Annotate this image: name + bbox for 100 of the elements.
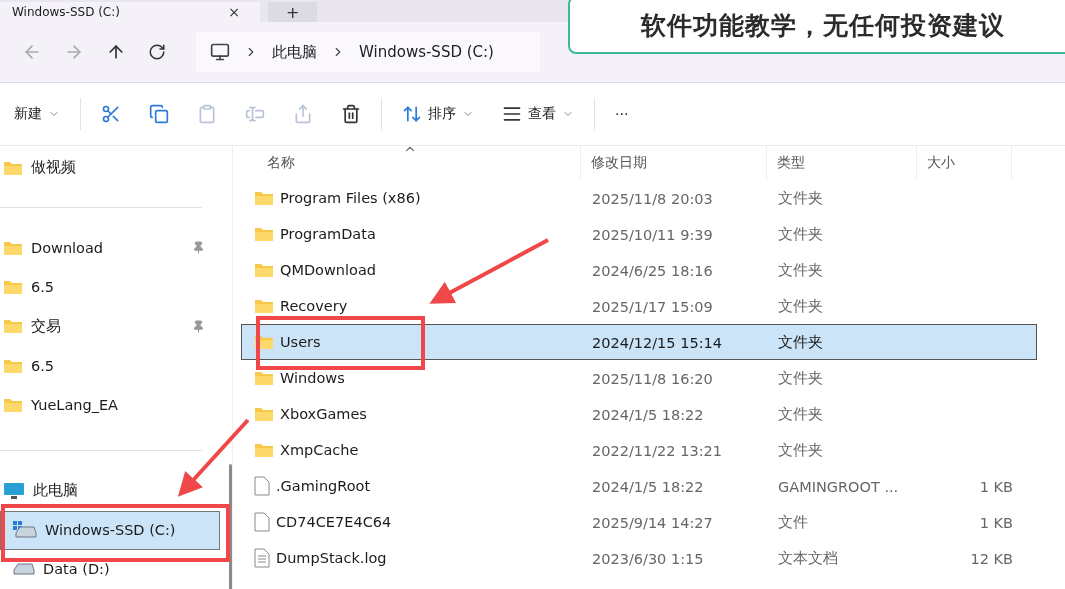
sidebar-item[interactable]: YueLang_EA: [0, 385, 220, 425]
folder-icon: [3, 357, 23, 374]
file-row[interactable]: Windows 2025/11/8 16:20 文件夹: [241, 360, 1037, 396]
tab[interactable]: Windows-SSD (C:) ×: [0, 2, 260, 22]
view-icon: [502, 104, 522, 124]
file-icon: [254, 476, 270, 496]
date-cell: 2025/11/8 20:03: [592, 190, 713, 207]
file-name: CD74CE7E4C64: [276, 514, 392, 530]
sort-button[interactable]: 排序: [388, 96, 488, 132]
refresh-button[interactable]: [148, 43, 166, 61]
scrollbar[interactable]: [229, 464, 232, 589]
file-row[interactable]: QMDownload 2024/6/25 18:16 文件夹: [241, 252, 1037, 288]
type-cell: 文件: [778, 514, 808, 530]
scissors-icon: [101, 104, 121, 124]
size-cell: 1 KB: [979, 478, 1013, 495]
sidebar-item[interactable]: Data (D:): [0, 549, 220, 589]
column-header[interactable]: 大小: [917, 146, 1012, 180]
breadcrumb-item[interactable]: Windows-SSD (C:): [359, 43, 494, 61]
type-cell: 文本文档: [778, 550, 838, 566]
sidebar-item[interactable]: 6.5: [0, 267, 220, 307]
sidebar-item[interactable]: 6.5: [0, 345, 220, 386]
date-cell: 2025/10/11 9:39: [592, 226, 713, 243]
file-name: .GamingRoot: [276, 478, 371, 494]
system-drive-icon: [13, 521, 37, 540]
file-row[interactable]: CD74CE7E4C64 2025/9/14 14:27 文件 1 KB: [241, 504, 1037, 540]
tab-title: Windows-SSD (C:): [12, 5, 120, 19]
address-bar[interactable]: 此电脑 Windows-SSD (C:): [196, 32, 540, 72]
file-name: DumpStack.log: [276, 550, 387, 566]
share-icon: [293, 104, 313, 124]
file-row[interactable]: .GamingRoot 2024/1/5 18:22 GAMINGROOT ... 1 KB: [241, 468, 1037, 504]
sidebar-item[interactable]: 此电脑: [0, 471, 220, 511]
sidebar-item[interactable]: 交易: [0, 306, 220, 346]
file-row[interactable]: Recovery 2025/1/17 15:09 文件夹: [241, 288, 1037, 324]
date-cell: 2024/1/5 18:22: [592, 406, 704, 423]
folder-icon: [3, 239, 23, 256]
date-cell: 2024/1/5 18:22: [592, 478, 704, 495]
size-cell: 12 KB: [970, 550, 1013, 567]
folder-icon: [254, 190, 274, 206]
delete-icon: [341, 104, 361, 124]
file-row[interactable]: XboxGames 2024/1/5 18:22 文件夹: [241, 396, 1037, 432]
file-row[interactable]: ProgramData 2025/10/11 9:39 文件夹: [241, 216, 1037, 252]
date-cell: 2025/11/8 16:20: [592, 370, 713, 387]
caption-banner: 软件功能教学，无任何投资建议: [568, 0, 1065, 54]
column-header[interactable]: 修改日期: [581, 146, 767, 180]
type-cell: 文件夹: [778, 370, 823, 386]
folder-icon: [3, 279, 23, 296]
file-name: Recovery: [280, 298, 348, 314]
folder-icon: [254, 406, 274, 422]
size-cell: 1 KB: [979, 514, 1013, 531]
file-name: Users: [280, 334, 321, 350]
folder-icon: [254, 370, 274, 386]
file-name: XmpCache: [280, 442, 359, 458]
drive-icon: [13, 563, 35, 576]
sidebar-item[interactable]: Download: [0, 228, 220, 268]
column-header[interactable]: 名称: [241, 146, 581, 180]
paste-icon: [197, 104, 217, 124]
file-name: XboxGames: [280, 406, 367, 422]
type-cell: 文件夹: [778, 226, 823, 242]
copy-icon: [149, 104, 169, 124]
folder-icon: [3, 159, 23, 176]
file-name: QMDownload: [280, 262, 376, 278]
type-cell: 文件夹: [778, 298, 823, 314]
folder-icon: [254, 226, 274, 242]
type-cell: 文件夹: [778, 262, 823, 278]
more-button[interactable]: ···: [601, 96, 643, 132]
folder-icon: [3, 318, 23, 335]
folder-icon: [254, 262, 274, 278]
new-tab-button[interactable]: +: [268, 2, 318, 22]
computer-icon: [3, 481, 25, 500]
type-cell: GAMINGROOT ...: [778, 478, 899, 495]
folder-icon: [3, 396, 23, 413]
text-file-icon: [254, 548, 270, 568]
date-cell: 2023/6/30 1:15: [592, 550, 704, 567]
type-cell: 文件夹: [778, 442, 823, 458]
breadcrumb-item[interactable]: 此电脑: [272, 42, 317, 62]
file-name: Windows: [280, 370, 345, 386]
computer-icon: [210, 42, 230, 62]
date-cell: 2024/12/15 15:14: [592, 334, 722, 351]
date-cell: 2025/1/17 15:09: [592, 298, 713, 315]
date-cell: 2025/9/14 14:27: [592, 514, 713, 531]
sort-icon: [402, 104, 422, 124]
close-tab-button[interactable]: ×: [220, 4, 248, 20]
file-row[interactable]: Users 2024/12/15 15:14 文件夹: [241, 324, 1037, 360]
file-icon: [254, 512, 270, 532]
file-row[interactable]: Program Files (x86) 2025/11/8 20:03 文件夹: [241, 180, 1037, 216]
type-cell: 文件夹: [778, 334, 823, 350]
file-row[interactable]: XmpCache 2022/11/22 13:21 文件夹: [241, 432, 1037, 468]
file-row[interactable]: DumpStack.log 2023/6/30 1:15 文本文档 12 KB: [241, 540, 1037, 576]
sidebar-item[interactable]: Windows-SSD (C:): [0, 510, 220, 550]
file-name: Program Files (x86): [280, 190, 421, 206]
sidebar-item[interactable]: 做视频: [0, 148, 220, 188]
view-button[interactable]: 查看: [488, 96, 588, 132]
folder-icon: [254, 442, 274, 458]
folder-icon: [254, 298, 274, 314]
rename-icon: [245, 104, 265, 124]
new-button[interactable]: 新建: [0, 96, 74, 132]
column-header[interactable]: 类型: [767, 146, 917, 180]
date-cell: 2024/6/25 18:16: [592, 262, 713, 279]
type-cell: 文件夹: [778, 406, 823, 422]
date-cell: 2022/11/22 13:21: [592, 442, 722, 459]
